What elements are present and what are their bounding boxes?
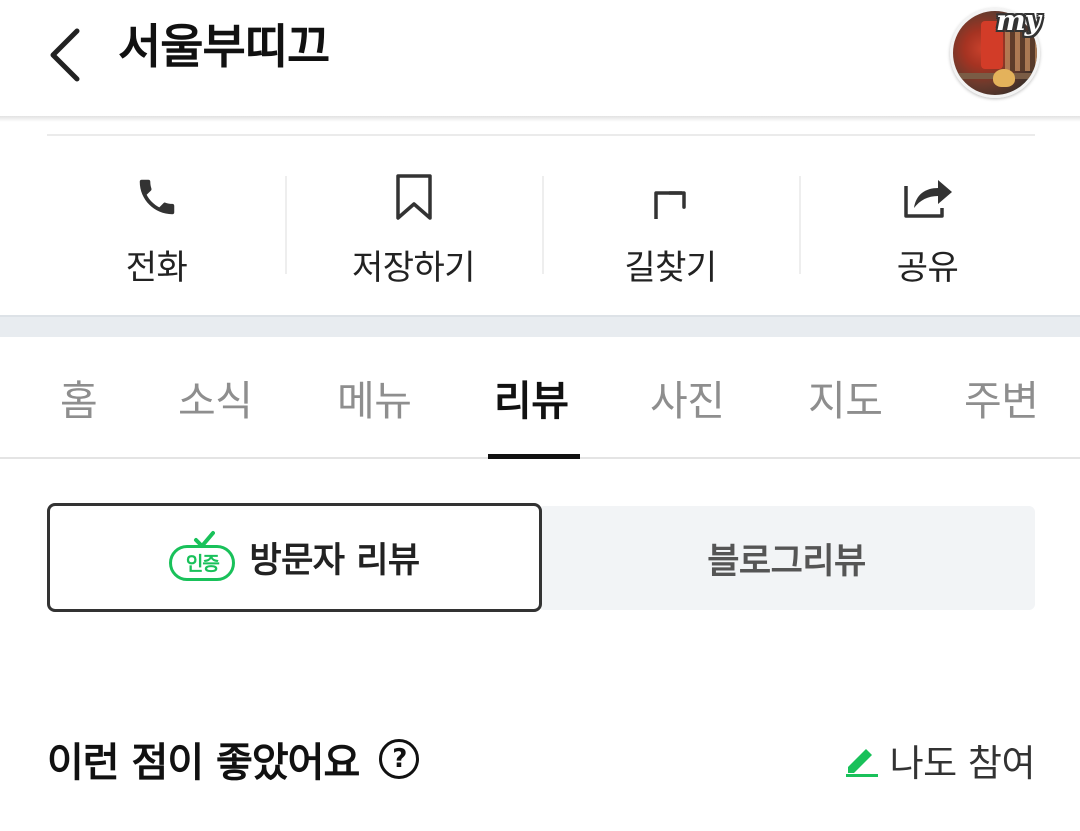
phone-icon (139, 179, 174, 215)
call-label: 전화 (125, 248, 188, 288)
tab-home[interactable]: 홈 (60, 367, 98, 427)
blog-review-label: 블로그리뷰 (707, 541, 866, 582)
tab-news[interactable]: 소식 (178, 367, 253, 427)
check-icon (194, 530, 216, 548)
back-button[interactable] (34, 20, 94, 90)
share-icon (903, 180, 952, 218)
tab-bar: 홈 소식 메뉴 리뷰 사진 지도 주변 (0, 337, 1080, 459)
tab-photos[interactable]: 사진 (650, 367, 725, 427)
tab-nearby[interactable]: 주변 (964, 367, 1039, 427)
avatar-image-figure (993, 69, 1015, 87)
save-label: 저장하기 (351, 248, 476, 288)
divider (47, 134, 1035, 136)
tab-map[interactable]: 지도 (808, 367, 883, 427)
visitor-review-tab[interactable]: 인증 방문자 리뷰 (47, 503, 542, 612)
header-shadow (0, 116, 1080, 122)
directions-button[interactable]: 길찾기 (542, 150, 799, 290)
share-button[interactable]: 공유 (799, 150, 1056, 290)
chevron-left-icon (50, 28, 80, 82)
avatar-image-shelf (1005, 31, 1037, 71)
section-title-text: 이런 점이 좋았어요 (47, 740, 360, 786)
my-badge[interactable]: my (996, 4, 1041, 37)
join-label: 나도 참여 (889, 742, 1036, 785)
bookmark-icon (395, 174, 432, 220)
section-title: 이런 점이 좋았어요 ? (47, 730, 420, 788)
page-title: 서울부띠끄 (118, 20, 330, 75)
call-button[interactable]: 전화 (28, 150, 285, 290)
header-bar: 서울부띠끄 my (0, 0, 1080, 118)
action-bar: 전화 저장하기 길찾기 공유 (28, 150, 1056, 290)
directions-icon (653, 191, 686, 219)
directions-label: 길찾기 (624, 248, 717, 288)
section-separator (0, 315, 1080, 337)
save-button[interactable]: 저장하기 (285, 150, 542, 290)
blog-review-tab[interactable]: 블로그리뷰 (538, 506, 1035, 610)
tab-menu[interactable]: 메뉴 (337, 367, 412, 427)
pencil-icon (845, 749, 878, 777)
active-tab-indicator (488, 454, 580, 459)
visitor-review-label: 방문자 리뷰 (249, 541, 420, 581)
verified-badge: 인증 (169, 530, 236, 581)
share-label: 공유 (896, 248, 959, 288)
tab-reviews[interactable]: 리뷰 (494, 367, 569, 427)
help-icon[interactable]: ? (379, 739, 420, 779)
join-button[interactable]: 나도 참여 (844, 733, 1036, 787)
